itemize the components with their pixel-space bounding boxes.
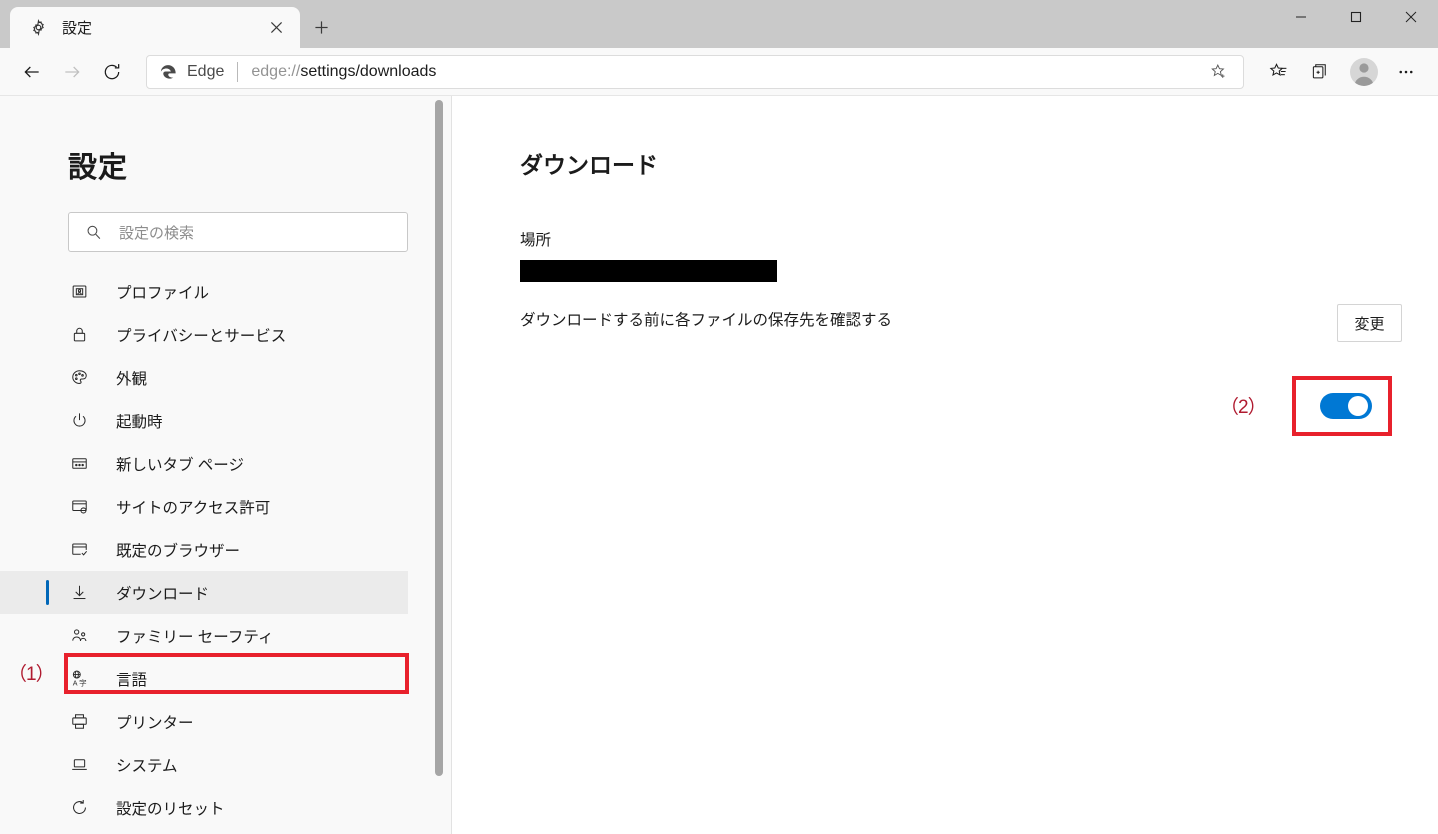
search-placeholder: 設定の検索 — [119, 224, 195, 242]
annotation-callout-1: （1） — [8, 664, 55, 685]
browser-tab-settings[interactable]: 設定 — [10, 7, 300, 48]
power-icon — [68, 410, 90, 432]
sidebar-item-label: 新しいタブ ページ — [116, 456, 244, 474]
edge-logo-icon — [157, 61, 179, 83]
sidebar-item-label: ダウンロード — [116, 585, 210, 603]
confirm-download-toggle[interactable] — [1320, 393, 1372, 419]
toggle-track[interactable] — [1320, 393, 1372, 419]
settings-sidebar: 設定 設定の検索 プロファイル プライバシーとサービス 外観 起動時 新しいタブ… — [0, 96, 452, 834]
sidebar-item-label: 設定のリセット — [116, 800, 225, 818]
avatar — [1350, 57, 1378, 86]
sidebar-scrollbar-track[interactable] — [435, 96, 448, 834]
window-controls — [1273, 0, 1438, 34]
sidebar-item-label: ファミリー セーフティ — [116, 628, 274, 646]
sidebar-item-privacy[interactable]: プライバシーとサービス — [0, 313, 408, 356]
forward-button[interactable] — [52, 52, 92, 92]
back-button[interactable] — [12, 52, 52, 92]
confirm-download-row: ダウンロードする前に各ファイルの保存先を確認する — [520, 308, 1438, 330]
address-bar[interactable]: Edge edge://settings/downloads — [146, 54, 1244, 89]
gear-icon — [28, 18, 48, 38]
reload-button[interactable] — [92, 52, 132, 92]
sidebar-item-reset-settings[interactable]: 設定のリセット — [0, 786, 408, 829]
sidebar-item-label: システム — [116, 757, 178, 775]
family-safety-icon — [68, 625, 90, 647]
annotation-callout-2: （2） — [1220, 397, 1267, 418]
maximize-button[interactable] — [1328, 0, 1383, 34]
profile-avatar-icon[interactable] — [1344, 52, 1384, 92]
sidebar-item-label: プリンター — [116, 714, 194, 732]
tab-title: 設定 — [62, 20, 93, 37]
sidebar-item-system[interactable]: システム — [0, 743, 408, 786]
sidebar-item-family-safety[interactable]: ファミリー セーフティ — [0, 614, 408, 657]
sidebar-item-label: 既定のブラウザー — [116, 542, 241, 560]
svg-text:A: A — [72, 680, 77, 688]
omnibox-divider — [237, 61, 239, 82]
lock-icon — [68, 324, 90, 346]
palette-icon — [68, 367, 90, 389]
sidebar-item-label: サイトのアクセス許可 — [116, 499, 271, 517]
printer-icon — [68, 711, 90, 733]
settings-page: 設定 設定の検索 プロファイル プライバシーとサービス 外観 起動時 新しいタブ… — [0, 96, 1438, 834]
sidebar-item-label: 起動時 — [116, 413, 163, 431]
sidebar-item-printers[interactable]: プリンター — [0, 700, 408, 743]
sidebar-item-site-permissions[interactable]: サイトのアクセス許可 — [0, 485, 408, 528]
page-title: 設定 — [68, 152, 129, 184]
sidebar-item-profile[interactable]: プロファイル — [0, 270, 408, 313]
search-icon — [83, 222, 103, 242]
tabstrip-left-edge — [0, 0, 10, 48]
minimize-button[interactable] — [1273, 0, 1328, 34]
site-permissions-icon — [68, 496, 90, 518]
sidebar-item-label: プライバシーとサービス — [116, 327, 287, 345]
tab-strip: 設定 — [0, 0, 1438, 48]
svg-text:字: 字 — [79, 679, 87, 688]
language-icon: A 字 — [68, 668, 90, 690]
sidebar-item-label: 外観 — [116, 370, 148, 388]
collections-icon[interactable] — [1300, 52, 1340, 92]
url-path: settings/downloads — [300, 62, 437, 80]
close-button[interactable] — [1383, 0, 1438, 34]
browser-toolbar: Edge edge://settings/downloads — [0, 48, 1438, 96]
favorites-list-icon[interactable] — [1258, 52, 1298, 92]
section-title: ダウンロード — [520, 152, 658, 178]
system-icon — [68, 754, 90, 776]
sidebar-item-appearance[interactable]: 外観 — [0, 356, 408, 399]
sidebar-item-default-browser[interactable]: 既定のブラウザー — [0, 528, 408, 571]
sidebar-item-label: プロファイル — [116, 284, 210, 302]
sidebar-item-languages[interactable]: A 字 言語 — [0, 657, 408, 700]
close-tab-icon[interactable] — [262, 14, 290, 42]
sidebar-item-label: 言語 — [116, 671, 148, 689]
sidebar-item-new-tab-page[interactable]: 新しいタブ ページ — [0, 442, 408, 485]
sidebar-item-on-startup[interactable]: 起動時 — [0, 399, 408, 442]
url-scheme: edge:// — [251, 62, 301, 80]
confirm-download-label: ダウンロードする前に各ファイルの保存先を確認する — [520, 312, 893, 329]
search-input[interactable]: 設定の検索 — [68, 212, 408, 252]
new-tab-button[interactable] — [300, 7, 342, 48]
omnibox-brand-label: Edge — [187, 62, 225, 80]
more-options-icon[interactable] — [1386, 52, 1426, 92]
default-browser-icon — [68, 539, 90, 561]
location-label: 場所 — [520, 232, 552, 249]
sidebar-scrollbar-thumb[interactable] — [435, 100, 443, 776]
new-tab-page-icon — [68, 453, 90, 475]
change-location-button[interactable]: 変更 — [1337, 304, 1402, 342]
location-value-redacted — [520, 260, 777, 282]
reset-icon — [68, 797, 90, 819]
sidebar-item-downloads[interactable]: ダウンロード — [0, 571, 408, 614]
profile-card-icon — [68, 281, 90, 303]
omnibox-url[interactable]: edge://settings/downloads — [251, 63, 436, 81]
toggle-knob — [1348, 396, 1368, 416]
download-icon — [68, 582, 90, 604]
downloads-settings-panel: ダウンロード 場所 ダウンロードする前に各ファイルの保存先を確認する 変更 — [452, 96, 1438, 834]
sidebar-nav-list: プロファイル プライバシーとサービス 外観 起動時 新しいタブ ページ サイトの… — [0, 270, 452, 834]
star-add-icon[interactable] — [1203, 57, 1233, 87]
sidebar-item-phone-and-devices[interactable]: スマートフォンとその他のデバイス — [0, 829, 408, 834]
